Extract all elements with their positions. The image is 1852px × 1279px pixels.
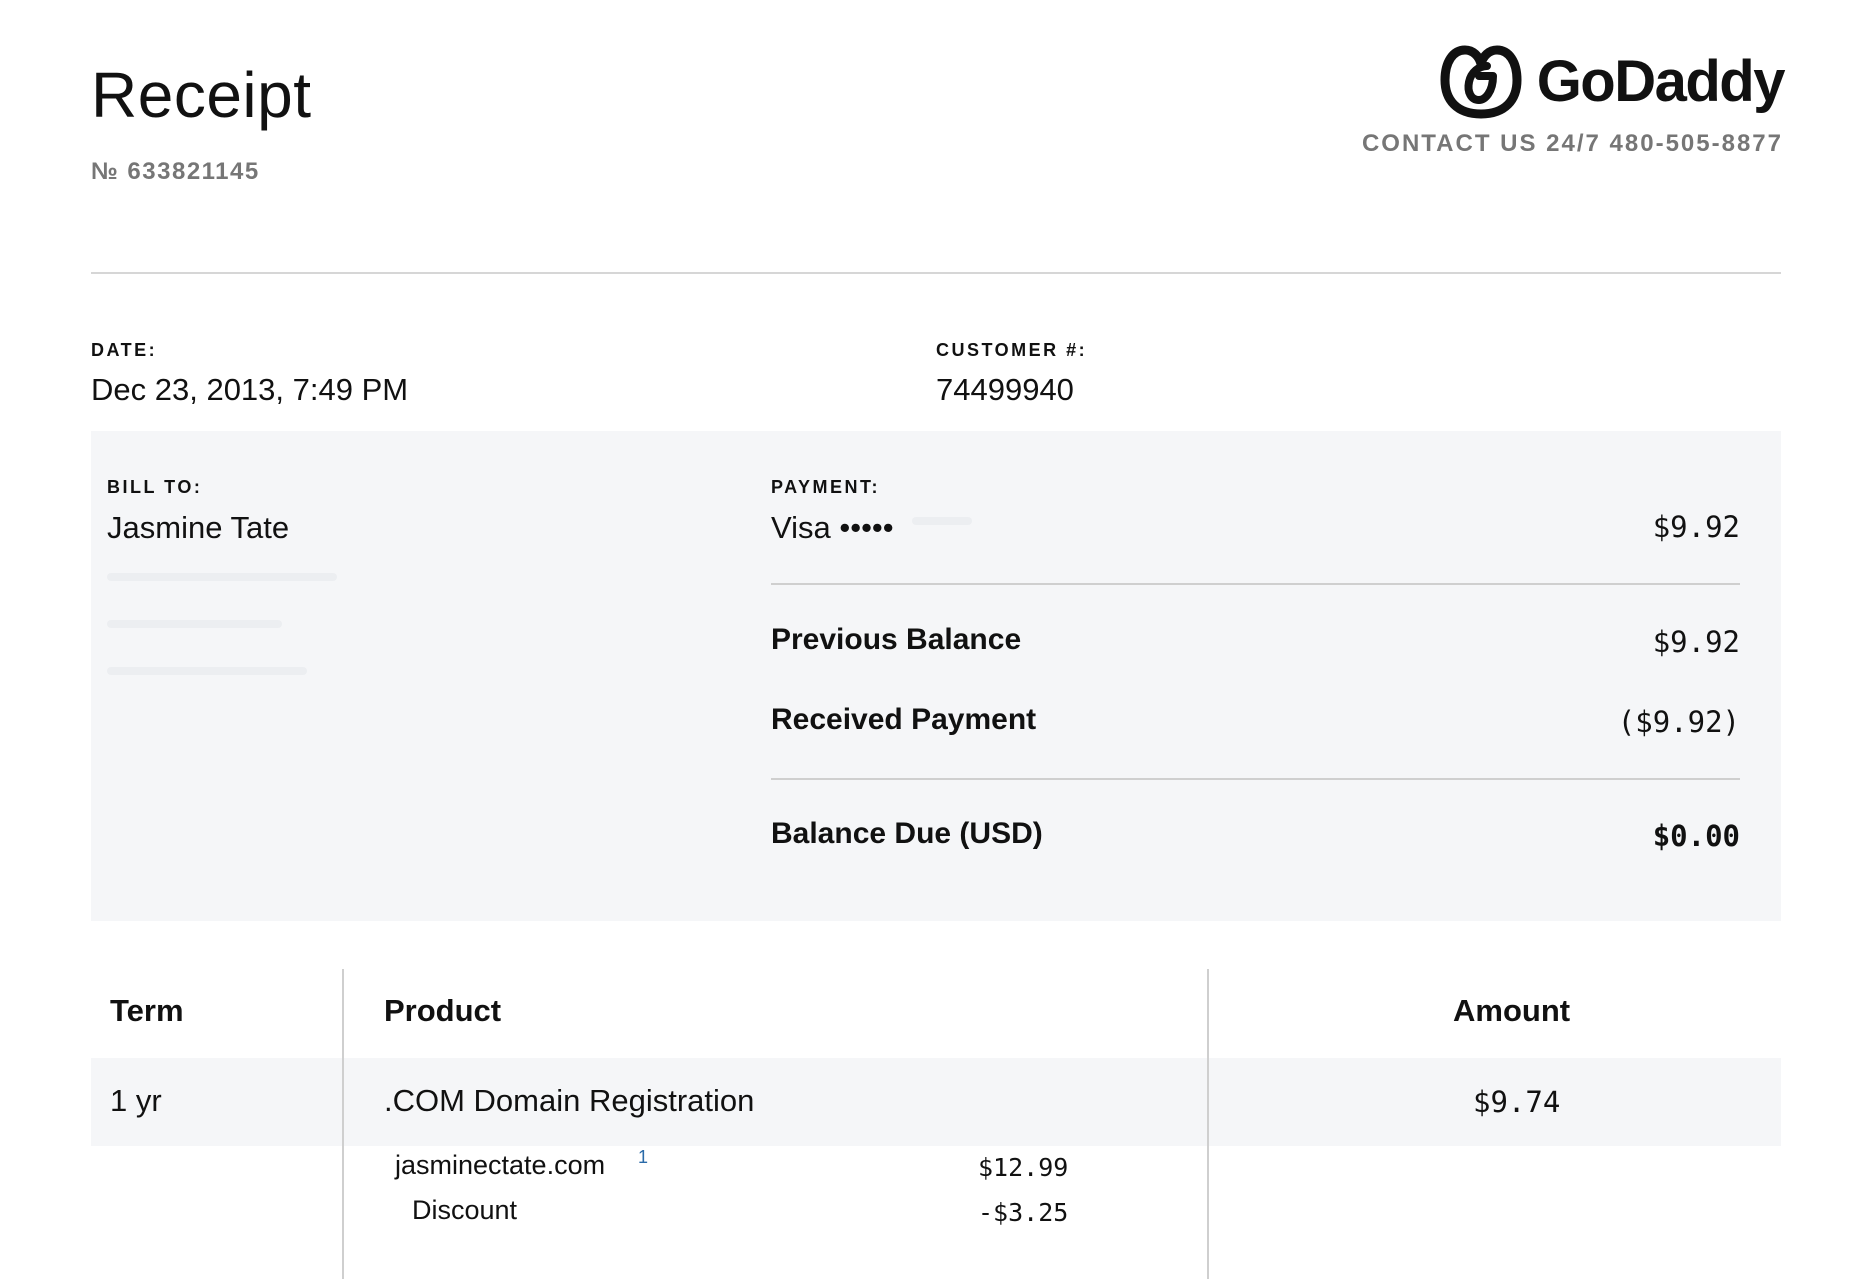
payment-divider xyxy=(771,583,1740,585)
godaddy-mark-icon xyxy=(1440,45,1522,119)
received-payment-amount: ($9.92) xyxy=(1617,705,1740,739)
payment-label: PAYMENT: xyxy=(771,477,881,497)
receipt-number: № 633821145 xyxy=(91,158,260,185)
footnote-marker[interactable]: 1 xyxy=(638,1147,648,1168)
customer-number-label: CUSTOMER #: xyxy=(936,340,1088,360)
page-title: Receipt xyxy=(91,59,312,131)
contact-phone: CONTACT US 24/7 480-505-8877 xyxy=(1361,130,1783,157)
discount-amount: -$3.25 xyxy=(978,1198,1069,1227)
brand-name: GoDaddy xyxy=(1536,48,1786,114)
bill-to-name: Jasmine Tate xyxy=(107,510,290,545)
column-header-amount: Amount xyxy=(1453,993,1571,1028)
row-term: 1 yr xyxy=(110,1083,162,1118)
balance-due-amount: $0.00 xyxy=(1652,819,1740,853)
godaddy-logo[interactable]: GoDaddy xyxy=(1439,42,1786,120)
row-amount: $9.74 xyxy=(1473,1085,1561,1119)
redacted-address-line xyxy=(107,573,337,581)
column-header-term: Term xyxy=(110,993,184,1028)
date-label: DATE: xyxy=(91,340,158,360)
previous-balance-amount: $9.92 xyxy=(1652,625,1740,659)
row-product: .COM Domain Registration xyxy=(384,1083,755,1118)
redacted-card-digits xyxy=(912,517,972,525)
bill-to-label: BILL TO: xyxy=(107,477,203,497)
receipt-page: Receipt № 633821145 GoDaddy CONTACT US 2… xyxy=(0,0,1852,1279)
header-divider xyxy=(91,272,1781,274)
column-divider xyxy=(342,969,344,1279)
received-payment-label: Received Payment xyxy=(771,703,1037,736)
customer-number-value: 74499940 xyxy=(936,372,1074,407)
discount-label: Discount xyxy=(412,1195,518,1225)
balance-due-label: Balance Due (USD) xyxy=(771,817,1043,850)
payment-amount: $9.92 xyxy=(1652,510,1740,544)
domain-price: $12.99 xyxy=(978,1153,1069,1182)
balance-divider xyxy=(771,778,1740,780)
redacted-address-line xyxy=(107,667,307,675)
payment-method: Visa ••••• xyxy=(771,510,894,545)
redacted-address-line xyxy=(107,620,282,628)
previous-balance-label: Previous Balance xyxy=(771,623,1022,656)
date-value: Dec 23, 2013, 7:49 PM xyxy=(91,372,409,407)
column-header-product: Product xyxy=(384,993,502,1028)
domain-name: jasminectate.com xyxy=(395,1150,606,1180)
column-divider xyxy=(1207,969,1209,1279)
